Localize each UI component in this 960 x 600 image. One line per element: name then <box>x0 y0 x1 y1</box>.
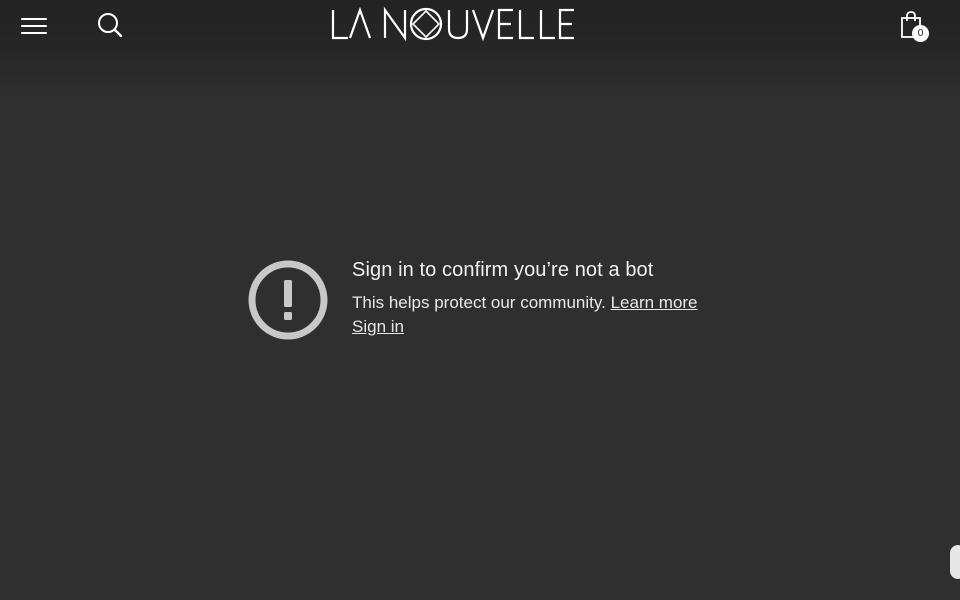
bot-check-message: Sign in to confirm you’re not a bot This… <box>352 257 772 339</box>
search-button[interactable] <box>94 10 126 42</box>
hamburger-menu-button[interactable] <box>18 12 50 40</box>
site-header: 0 <box>0 0 960 100</box>
exclamation-circle-icon <box>248 260 328 340</box>
search-icon <box>98 13 123 38</box>
menu-bar-middle <box>21 25 47 27</box>
brand-logo[interactable] <box>328 4 578 44</box>
menu-bar-bottom <box>21 32 47 34</box>
error-title: Sign in to confirm you’re not a bot <box>352 259 654 281</box>
cart-count-badge: 0 <box>912 25 929 42</box>
cart-button[interactable]: 0 <box>898 10 938 46</box>
error-message-text: This helps protect our community. <box>352 293 606 312</box>
scroll-handle[interactable] <box>950 545 960 579</box>
sign-in-link[interactable]: Sign in <box>352 315 404 339</box>
error-message: This helps protect our community. Learn … <box>352 291 772 315</box>
la-nouvelle-logo <box>331 6 574 42</box>
learn-more-link[interactable]: Learn more <box>611 293 698 312</box>
page: 0 Sign in to confirm you’re not a bot Th… <box>0 0 960 600</box>
menu-bar-top <box>21 18 47 20</box>
